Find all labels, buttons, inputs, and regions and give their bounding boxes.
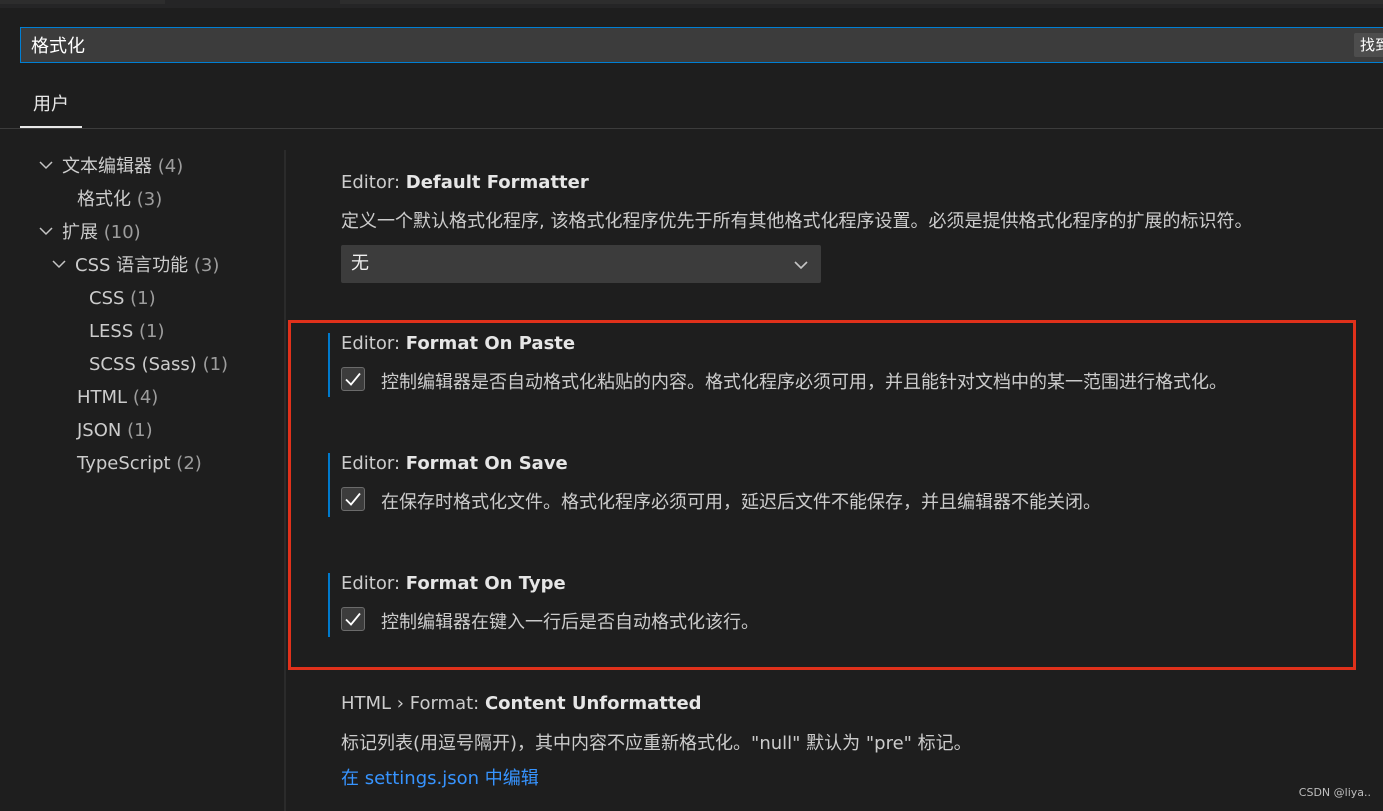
toc-label: HTML <box>77 387 128 408</box>
tab-user[interactable]: 用户 <box>20 88 82 128</box>
toc-label: 文本编辑器 <box>62 156 152 177</box>
toc-item-html[interactable]: HTML (4) <box>77 383 158 413</box>
toc-label: JSON <box>77 420 122 441</box>
toc-count: (1) <box>127 420 153 441</box>
toc-item-scss[interactable]: SCSS (Sass) (1) <box>89 350 228 380</box>
settings-scope-tabs: 用户 <box>0 88 1383 129</box>
watermark: CSDN @liya.. <box>1298 786 1371 799</box>
toc-count: (1) <box>130 288 156 309</box>
toc-label: LESS <box>89 321 134 342</box>
settings-toc: 文本编辑器 (4) 格式化 (3) 扩展 (10) CSS 语言功能 (3) C… <box>0 150 285 811</box>
toc-label: SCSS (Sass) <box>89 354 197 375</box>
setting-category: Editor: <box>341 172 406 193</box>
toc-item-css-language[interactable]: CSS 语言功能 (3) <box>51 251 219 281</box>
chevron-down-icon <box>39 161 53 170</box>
toc-item-less[interactable]: LESS (1) <box>89 317 165 347</box>
tab-strip-segment <box>0 0 165 4</box>
title-tab-strip <box>0 0 1383 8</box>
toc-item-css[interactable]: CSS (1) <box>89 284 156 314</box>
setting-category: HTML › Format: <box>341 693 485 714</box>
chevron-down-icon <box>39 227 53 236</box>
setting-name: Content Unformatted <box>484 693 702 714</box>
toc-label: TypeScript <box>77 453 171 474</box>
toc-label: 扩展 <box>62 222 98 243</box>
toc-count: (10) <box>103 222 141 243</box>
toc-label: 格式化 <box>77 189 131 210</box>
toc-divider <box>284 150 286 811</box>
toc-count: (4) <box>157 156 184 177</box>
toc-label: CSS <box>89 288 125 309</box>
chevron-down-icon <box>52 260 66 269</box>
toc-item-typescript[interactable]: TypeScript (2) <box>77 449 202 479</box>
setting-description: 定义一个默认格式化程序, 该格式化程序优先于所有其他格式化程序设置。必须是提供格… <box>341 211 1253 232</box>
setting-title-content-unformatted: HTML › Format: Content Unformatted <box>341 693 702 714</box>
toc-count: (4) <box>132 387 159 408</box>
settings-search-input[interactable] <box>21 28 1341 62</box>
setting-title-default-formatter: Editor: Default Formatter <box>341 172 589 193</box>
toc-item-extensions[interactable]: 扩展 (10) <box>38 218 141 248</box>
toc-count: (1) <box>202 354 229 375</box>
annotation-highlight-box <box>288 320 1356 670</box>
select-value: 无 <box>351 253 369 274</box>
setting-description: 标记列表(用逗号隔开)，其中内容不应重新格式化。"null" 默认为 "pre"… <box>341 733 972 754</box>
toc-item-formatting[interactable]: 格式化 (3) <box>77 185 162 215</box>
edit-in-settings-json-link[interactable]: 在 settings.json 中编辑 <box>341 764 539 790</box>
toc-count: (3) <box>193 255 220 276</box>
default-formatter-select[interactable]: 无 <box>341 245 821 283</box>
toc-count: (1) <box>139 321 165 342</box>
toc-label: CSS 语言功能 <box>75 255 189 276</box>
search-result-count: 找到 <box>1354 33 1383 57</box>
toc-count: (3) <box>136 189 163 210</box>
toc-item-json[interactable]: JSON (1) <box>77 416 153 446</box>
chevron-down-icon <box>794 261 808 270</box>
settings-search-box[interactable]: 找到 <box>20 27 1383 63</box>
toc-count: (2) <box>176 453 202 474</box>
toc-item-text-editor[interactable]: 文本编辑器 (4) <box>38 152 183 182</box>
tab-strip-segment <box>340 0 1383 4</box>
setting-name: Default Formatter <box>405 172 589 193</box>
